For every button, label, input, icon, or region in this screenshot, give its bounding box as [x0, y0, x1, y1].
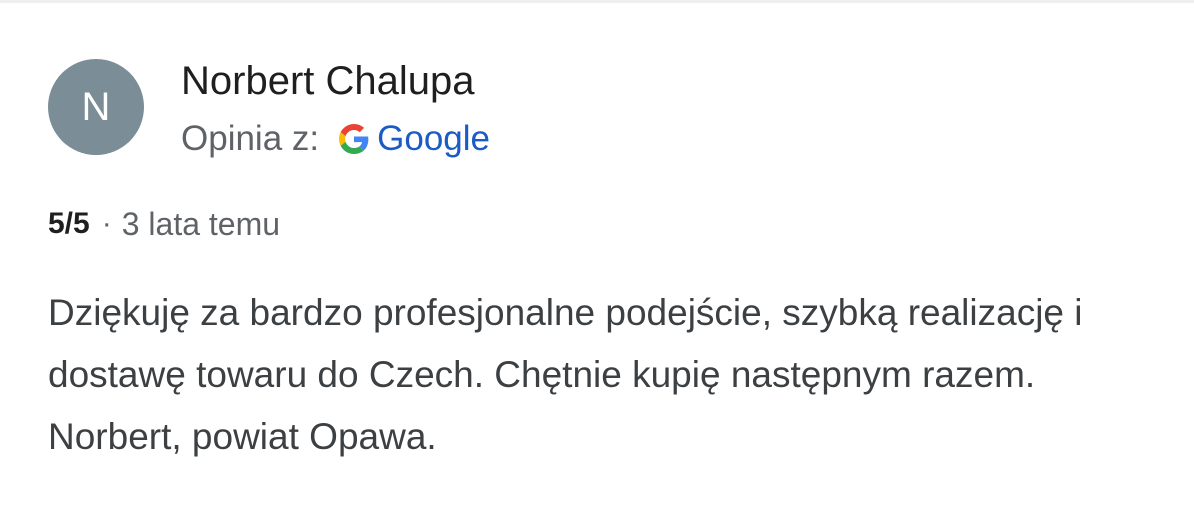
google-source-link[interactable]: Google [377, 119, 490, 159]
review-time: 3 lata temu [121, 205, 281, 242]
rating-row: 5/5 · 3 lata temu [48, 203, 280, 245]
avatar[interactable]: N [48, 59, 144, 155]
google-g-icon[interactable] [339, 124, 369, 154]
source-label: Opinia z: [181, 119, 320, 158]
author-name[interactable]: Norbert Chalupa [181, 58, 475, 104]
rating-score: 5/5 [48, 207, 90, 240]
review-text: Dziękuję za bardzo profesjonalne podejśc… [48, 292, 1083, 457]
rating-separator: · [101, 207, 112, 240]
top-divider [0, 0, 1194, 3]
review-source: Opinia z: Google [181, 116, 490, 162]
